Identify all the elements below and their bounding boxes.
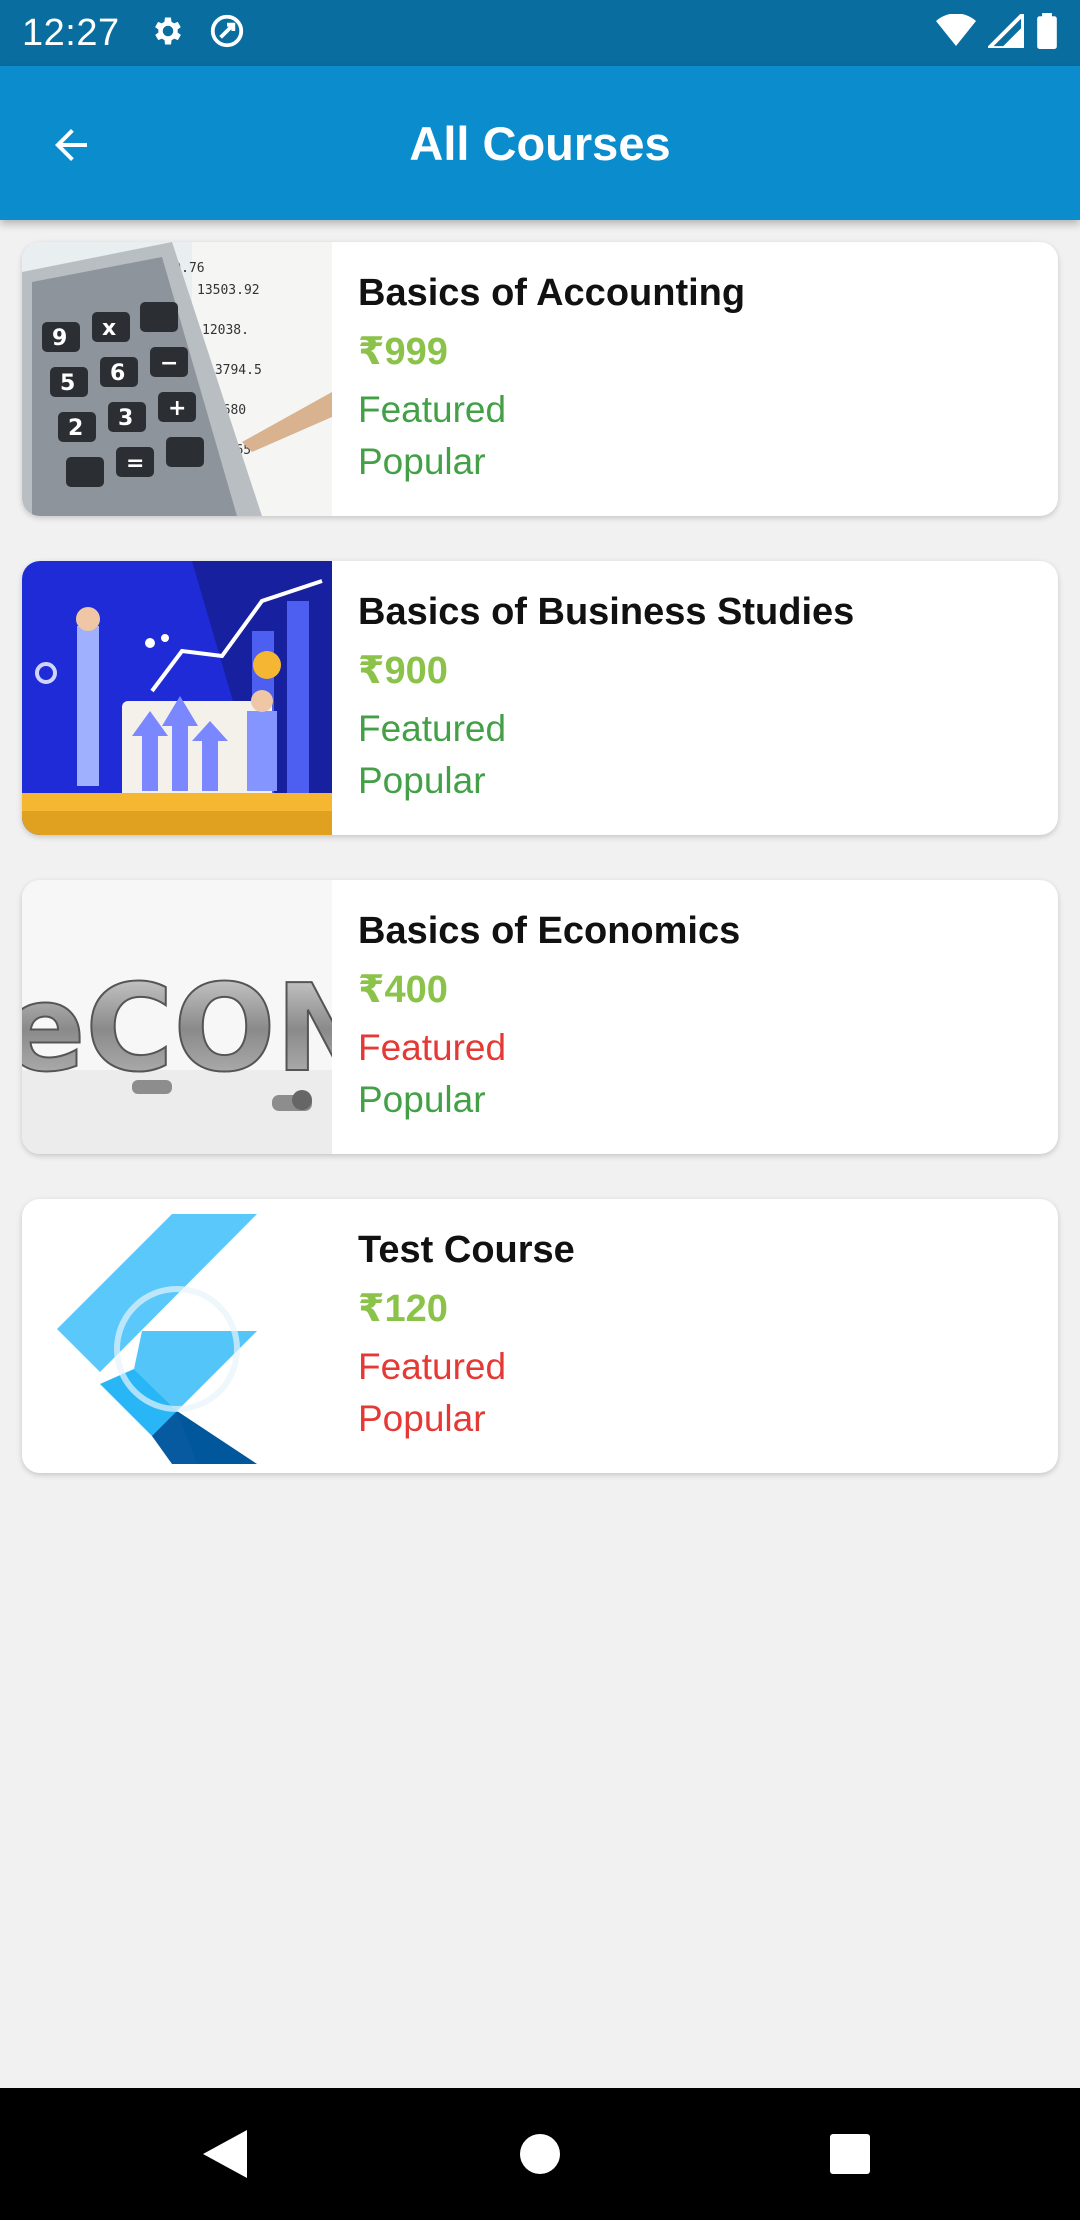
featured-label: Featured — [358, 389, 507, 430]
svg-text:12038.: 12038. — [202, 323, 249, 338]
course-price: ₹999 — [358, 331, 448, 373]
status-bar: 12:27 — [0, 0, 1080, 66]
course-card-economics[interactable]: eCONO Basics of Economics ₹400 Featured … — [22, 880, 1058, 1154]
svg-text:+: + — [168, 396, 186, 421]
popular-label: Popular — [358, 760, 486, 801]
home-circle-icon — [520, 2134, 560, 2174]
at-sign-icon — [208, 12, 246, 55]
popular-label: Popular — [358, 1398, 486, 1439]
svg-text:x: x — [102, 316, 116, 341]
svg-text:=: = — [126, 451, 144, 476]
svg-text:13503.92: 13503.92 — [197, 283, 260, 298]
system-nav-bar — [0, 2088, 1080, 2220]
svg-text:6: 6 — [110, 361, 125, 386]
course-price: ₹120 — [358, 1288, 448, 1330]
status-time: 12:27 — [22, 11, 120, 54]
featured-label: Featured — [358, 708, 507, 749]
course-price: ₹400 — [358, 969, 448, 1011]
battery-icon — [1036, 12, 1058, 54]
popular-label: Popular — [358, 441, 486, 482]
course-title: Basics of Business Studies — [358, 591, 855, 633]
popular-label: Popular — [358, 1079, 486, 1120]
course-title: Test Course — [358, 1229, 575, 1271]
svg-text:3: 3 — [118, 406, 133, 431]
nav-back-button[interactable] — [165, 2088, 285, 2220]
svg-text:9: 9 — [52, 326, 67, 351]
calculator-image: 14989.7613503.92 -81.9112038. -1465.2913… — [22, 242, 332, 516]
arrow-left-icon — [55, 129, 87, 161]
svg-text:2: 2 — [68, 416, 83, 441]
settings-icon — [150, 13, 186, 54]
back-triangle-icon — [203, 2130, 247, 2178]
featured-label: Featured — [358, 1346, 507, 1387]
course-card-test-course[interactable]: Test Course ₹120 Featured Popular — [22, 1199, 1058, 1473]
svg-text:eCONO: eCONO — [22, 960, 332, 1099]
course-price: ₹900 — [358, 650, 448, 692]
course-list: 14989.7613503.92 -81.9112038. -1465.2913… — [22, 242, 1058, 1518]
signal-icon — [984, 8, 1025, 53]
course-title: Basics of Economics — [358, 910, 741, 952]
flutter-logo-image — [22, 1199, 332, 1473]
nav-recents-button[interactable] — [790, 2088, 910, 2220]
course-title: Basics of Accounting — [358, 272, 746, 314]
app-bar: All Courses — [0, 66, 1080, 220]
course-card-business-studies[interactable]: Basics of Business Studies ₹900 Featured… — [22, 561, 1058, 835]
nav-home-button[interactable] — [480, 2088, 600, 2220]
svg-text:5: 5 — [60, 371, 75, 396]
svg-text:−: − — [160, 351, 178, 376]
page-title: All Courses — [409, 116, 671, 170]
featured-label: Featured — [358, 1027, 507, 1068]
economics-text-image: eCONO — [22, 880, 332, 1154]
recents-square-icon — [830, 2134, 870, 2174]
wifi-icon — [936, 12, 976, 53]
back-button[interactable] — [36, 110, 106, 180]
course-card-accounting[interactable]: 14989.7613503.92 -81.9112038. -1465.2913… — [22, 242, 1058, 516]
business-illustration-image — [22, 561, 332, 835]
